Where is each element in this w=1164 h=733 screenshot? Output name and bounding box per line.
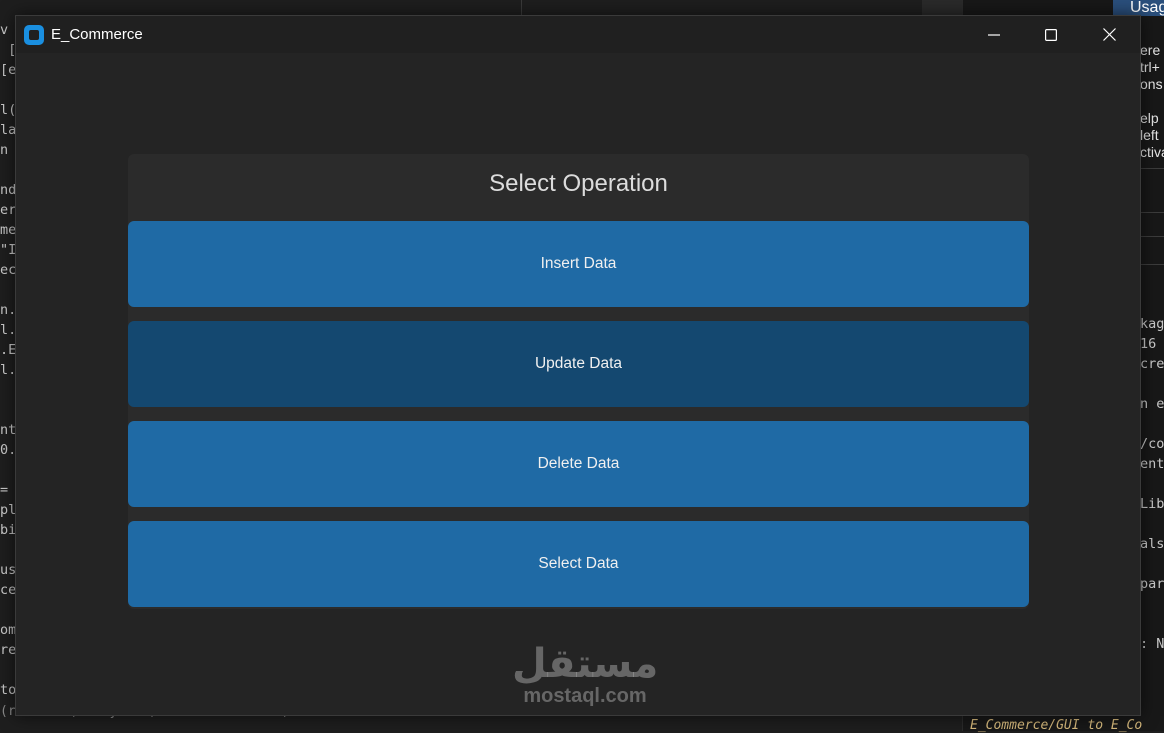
code-line: =	[0, 482, 9, 498]
code-line: /co	[1140, 436, 1164, 452]
code-line: ec	[0, 262, 16, 278]
help-line: ere	[1140, 42, 1161, 58]
panel-title: Select Operation	[489, 170, 668, 197]
close-icon	[1102, 28, 1116, 41]
code-line: Lib	[1140, 496, 1164, 512]
maximize-button[interactable]	[1022, 16, 1080, 53]
operation-panel: Select Operation Insert Data Update Data…	[128, 154, 1029, 609]
usage-tab[interactable]: Usag	[1113, 0, 1164, 16]
code-line: [e	[0, 62, 16, 78]
background-help-text: eretrl+ons elpleftctiva	[1140, 42, 1164, 161]
code-line: als	[1140, 536, 1164, 552]
minimize-icon	[988, 33, 1000, 36]
app-window: E_Commerce Select Operation Insert Data …	[15, 15, 1141, 716]
help-line: trl+	[1140, 59, 1160, 75]
code-line: "I	[0, 242, 16, 258]
code-line: par	[1140, 576, 1164, 592]
background-code-right: kag 16 cre n e/co ent Lib als par : N	[1140, 314, 1164, 654]
code-line: us	[0, 562, 16, 578]
background-code-left: v [ [e l( la n nd er me "I ec n. l. .E l. nt 0. = pl bi us c…	[0, 20, 16, 700]
code-line: kag	[1140, 316, 1164, 332]
app-icon	[24, 25, 44, 45]
code-line: : N	[1140, 636, 1164, 652]
code-line: om	[0, 622, 16, 638]
minimap	[922, 0, 962, 16]
help-line: ctiva	[1140, 144, 1164, 160]
code-line: l.	[0, 362, 16, 378]
code-line: n	[0, 142, 9, 158]
insert-data-button[interactable]: Insert Data	[128, 221, 1029, 307]
code-line: .E	[0, 342, 16, 358]
update-data-button[interactable]: Update Data	[128, 321, 1029, 407]
help-line	[1140, 93, 1164, 110]
help-line: elp	[1140, 110, 1159, 126]
code-line: ent	[1140, 456, 1164, 472]
help-line: left	[1140, 127, 1159, 143]
window-content: Select Operation Insert Data Update Data…	[16, 53, 1140, 715]
divider	[1140, 212, 1164, 213]
code-line: l(	[0, 102, 16, 118]
code-line: er	[0, 202, 16, 218]
help-line: ons	[1140, 76, 1163, 92]
minimize-button[interactable]	[965, 16, 1023, 53]
code-line: bi	[0, 522, 16, 538]
code-line: n e	[1140, 396, 1164, 412]
delete-data-button[interactable]: Delete Data	[128, 421, 1029, 507]
divider	[1140, 168, 1164, 169]
code-line: 16	[1140, 336, 1157, 352]
code-line: to	[0, 682, 16, 698]
title-bar[interactable]: E_Commerce	[16, 16, 1140, 53]
code-line: 0.	[0, 442, 16, 458]
watermark-arabic: مستقل	[512, 641, 659, 687]
code-line: nt	[0, 422, 16, 438]
window-title: E_Commerce	[51, 26, 143, 43]
code-line: la	[0, 122, 16, 138]
code-line: re	[0, 642, 16, 658]
divider	[1140, 264, 1164, 265]
code-line: cre	[1140, 356, 1164, 372]
code-line: l.	[0, 322, 16, 338]
code-line: v	[0, 22, 9, 38]
code-line: n.	[0, 302, 16, 318]
close-button[interactable]	[1080, 16, 1138, 53]
maximize-icon	[1045, 28, 1057, 41]
code-line: pl	[0, 502, 16, 518]
code-line: ce	[0, 582, 16, 598]
divider	[1140, 236, 1164, 237]
code-line: nd	[0, 182, 16, 198]
select-data-button[interactable]: Select Data	[128, 521, 1029, 607]
watermark: مستقل mostaql.com	[512, 643, 658, 707]
code-line: [	[0, 42, 16, 58]
watermark-latin: mostaql.com	[523, 685, 647, 707]
code-line: me	[0, 222, 16, 238]
